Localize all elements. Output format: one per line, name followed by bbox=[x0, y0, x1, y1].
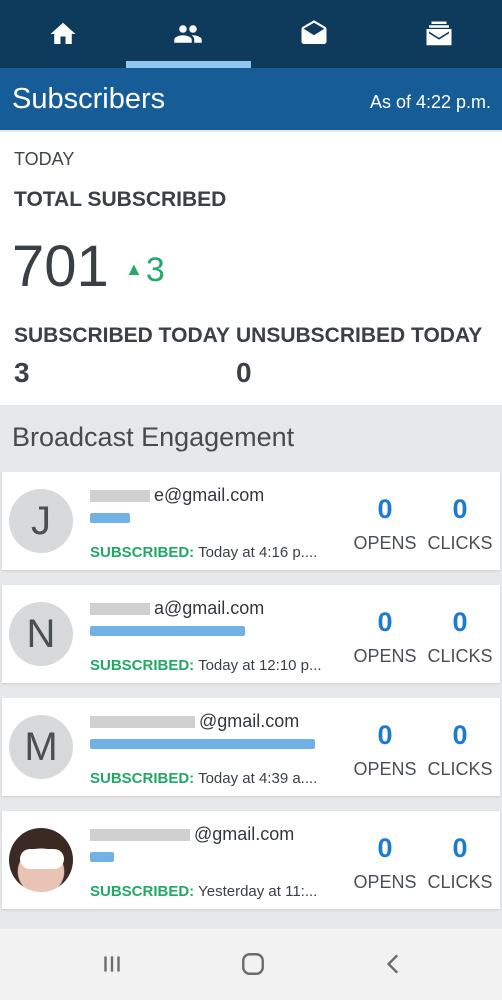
unsubscribed-today-value: 0 bbox=[236, 357, 252, 388]
clicks-count: 0 bbox=[452, 720, 468, 750]
tab-subscribers[interactable] bbox=[125, 0, 252, 68]
clicks-label: CLICKS bbox=[427, 533, 493, 553]
total-delta: ▲3 bbox=[125, 251, 165, 290]
subscriber-card[interactable]: @gmail.com SUBSCRIBED: Yesterday at 11:.… bbox=[2, 811, 500, 909]
as-of-timestamp: As of 4:22 p.m. bbox=[369, 92, 491, 112]
clicks-label: CLICKS bbox=[427, 872, 493, 892]
clicks-count: 0 bbox=[452, 607, 468, 637]
subscriber-card[interactable]: N a@gmail.com SUBSCRIBED: Today at 12:10… bbox=[2, 585, 500, 683]
opens-label: OPENS bbox=[353, 759, 417, 779]
opens-count: 0 bbox=[377, 494, 393, 524]
clicks-label: CLICKS bbox=[427, 759, 493, 779]
redacted-name bbox=[90, 626, 245, 636]
opens-count: 0 bbox=[377, 607, 393, 637]
subscriber-card[interactable]: J e@gmail.com SUBSCRIBED: Today at 4:16 … bbox=[2, 472, 500, 570]
tab-sequences[interactable] bbox=[377, 0, 502, 68]
redaction bbox=[90, 716, 195, 729]
opens-label: OPENS bbox=[353, 646, 417, 666]
subscriber-card[interactable]: M @gmail.com SUBSCRIBED: Today at 4:39 a… bbox=[2, 698, 500, 796]
clicks-label: CLICKS bbox=[427, 646, 493, 666]
subscriber-email: a@gmail.com bbox=[90, 598, 264, 619]
tab-broadcasts[interactable] bbox=[251, 0, 377, 68]
mailbox-icon bbox=[426, 21, 452, 46]
redaction bbox=[90, 829, 190, 842]
page-title: Subscribers bbox=[12, 83, 166, 115]
back-icon bbox=[386, 954, 399, 974]
clicks-metric: 0 CLICKS bbox=[425, 833, 495, 893]
recents-button[interactable] bbox=[92, 949, 132, 979]
home-button-icon bbox=[242, 953, 264, 975]
open-envelope-icon bbox=[301, 20, 327, 44]
recents-icon bbox=[104, 956, 120, 972]
tab-home[interactable] bbox=[0, 0, 126, 68]
home-button[interactable] bbox=[233, 949, 273, 979]
redaction bbox=[90, 603, 150, 616]
subscribed-today-value: 3 bbox=[14, 357, 30, 388]
top-nav bbox=[0, 0, 502, 68]
clicks-metric: 0 CLICKS bbox=[425, 494, 495, 554]
subscribed-line: SUBSCRIBED: Yesterday at 11:... bbox=[90, 883, 318, 900]
opens-label: OPENS bbox=[353, 533, 417, 553]
subscribed-line: SUBSCRIBED: Today at 4:16 p.... bbox=[90, 544, 318, 561]
redaction bbox=[90, 490, 150, 503]
redacted-name bbox=[90, 513, 130, 523]
opens-metric: 0 OPENS bbox=[350, 494, 420, 554]
face-redaction bbox=[20, 849, 64, 869]
clicks-count: 0 bbox=[452, 833, 468, 863]
total-subscribed-value: 701 bbox=[12, 234, 109, 299]
page-header: Subscribers As of 4:22 p.m. bbox=[0, 68, 502, 130]
subscribed-today-label: SUBSCRIBED TODAY bbox=[14, 324, 230, 347]
avatar-photo bbox=[9, 828, 73, 892]
subscriber-email: @gmail.com bbox=[90, 711, 299, 732]
avatar: J bbox=[9, 489, 73, 553]
up-arrow-icon: ▲ bbox=[125, 259, 143, 279]
opens-count: 0 bbox=[377, 833, 393, 863]
clicks-count: 0 bbox=[452, 494, 468, 524]
opens-metric: 0 OPENS bbox=[350, 720, 420, 780]
stats-panel: TODAY TOTAL SUBSCRIBED 701 ▲3 SUBSCRIBED… bbox=[0, 132, 502, 405]
back-button[interactable] bbox=[374, 949, 414, 979]
unsubscribed-today-label: UNSUBSCRIBED TODAY bbox=[236, 324, 483, 347]
subscribed-line: SUBSCRIBED: Today at 4:39 a.... bbox=[90, 770, 318, 787]
total-subscribed-label: TOTAL SUBSCRIBED bbox=[14, 188, 227, 211]
redacted-name bbox=[90, 852, 114, 862]
subscriber-email: @gmail.com bbox=[90, 824, 294, 845]
delta-value: 3 bbox=[145, 251, 165, 289]
avatar: N bbox=[9, 602, 73, 666]
system-nav-bar bbox=[0, 929, 502, 1000]
opens-count: 0 bbox=[377, 720, 393, 750]
opens-label: OPENS bbox=[353, 872, 417, 892]
clicks-metric: 0 CLICKS bbox=[425, 720, 495, 780]
subscribed-line: SUBSCRIBED: Today at 12:10 p... bbox=[90, 657, 322, 674]
section-title: Broadcast Engagement bbox=[12, 422, 295, 452]
opens-metric: 0 OPENS bbox=[350, 607, 420, 667]
opens-metric: 0 OPENS bbox=[350, 833, 420, 893]
clicks-metric: 0 CLICKS bbox=[425, 607, 495, 667]
home-icon bbox=[50, 22, 76, 44]
avatar: M bbox=[9, 715, 73, 779]
redacted-name bbox=[90, 739, 315, 749]
users-icon bbox=[174, 25, 202, 43]
period-label: TODAY bbox=[14, 149, 75, 169]
subscriber-email: e@gmail.com bbox=[90, 485, 264, 506]
